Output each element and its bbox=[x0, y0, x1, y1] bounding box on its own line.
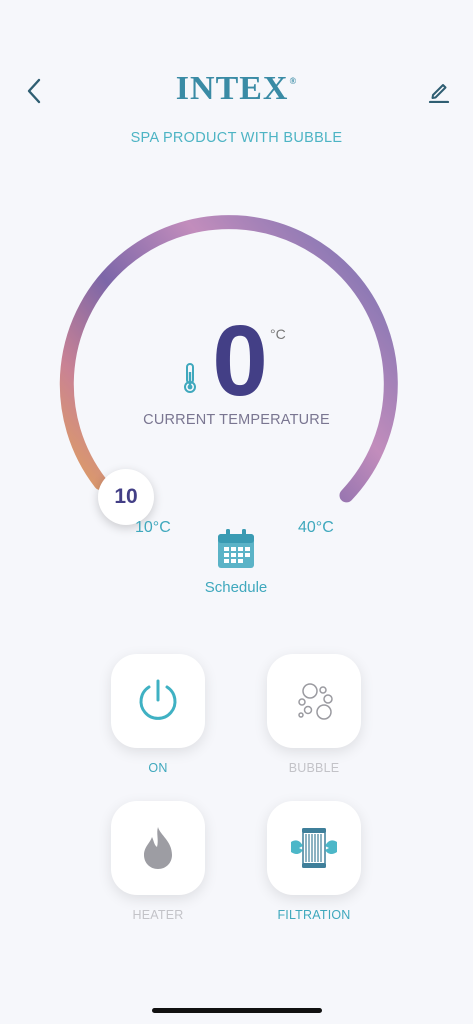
schedule-label: Schedule bbox=[204, 579, 268, 596]
heater-button[interactable] bbox=[111, 801, 205, 895]
current-temperature-value: 0 bbox=[212, 305, 268, 417]
flame-icon bbox=[144, 827, 172, 869]
bubble-label: BUBBLE bbox=[288, 761, 340, 775]
bubble-button[interactable] bbox=[267, 654, 361, 748]
filtration-label: FILTRATION bbox=[277, 908, 351, 922]
power-button[interactable] bbox=[111, 654, 205, 748]
temperature-unit: °C bbox=[270, 326, 286, 342]
heater-label: HEATER bbox=[132, 908, 184, 922]
setpoint-knob[interactable]: 10 bbox=[98, 469, 154, 525]
temperature-dial[interactable] bbox=[0, 0, 473, 560]
thermometer-icon bbox=[179, 362, 201, 399]
max-temperature-label: 40°C bbox=[298, 519, 334, 536]
filtration-button[interactable] bbox=[267, 801, 361, 895]
calendar-icon bbox=[218, 529, 254, 568]
min-temperature-label: 10°C bbox=[135, 519, 171, 536]
filter-cartridge-icon bbox=[291, 828, 337, 868]
current-temperature-label: CURRENT TEMPERATURE bbox=[143, 412, 330, 428]
bubbles-icon bbox=[298, 683, 333, 720]
home-indicator[interactable] bbox=[152, 1008, 322, 1013]
schedule-button[interactable]: Schedule bbox=[196, 528, 276, 596]
power-label: ON bbox=[148, 761, 168, 775]
power-icon bbox=[139, 679, 177, 720]
